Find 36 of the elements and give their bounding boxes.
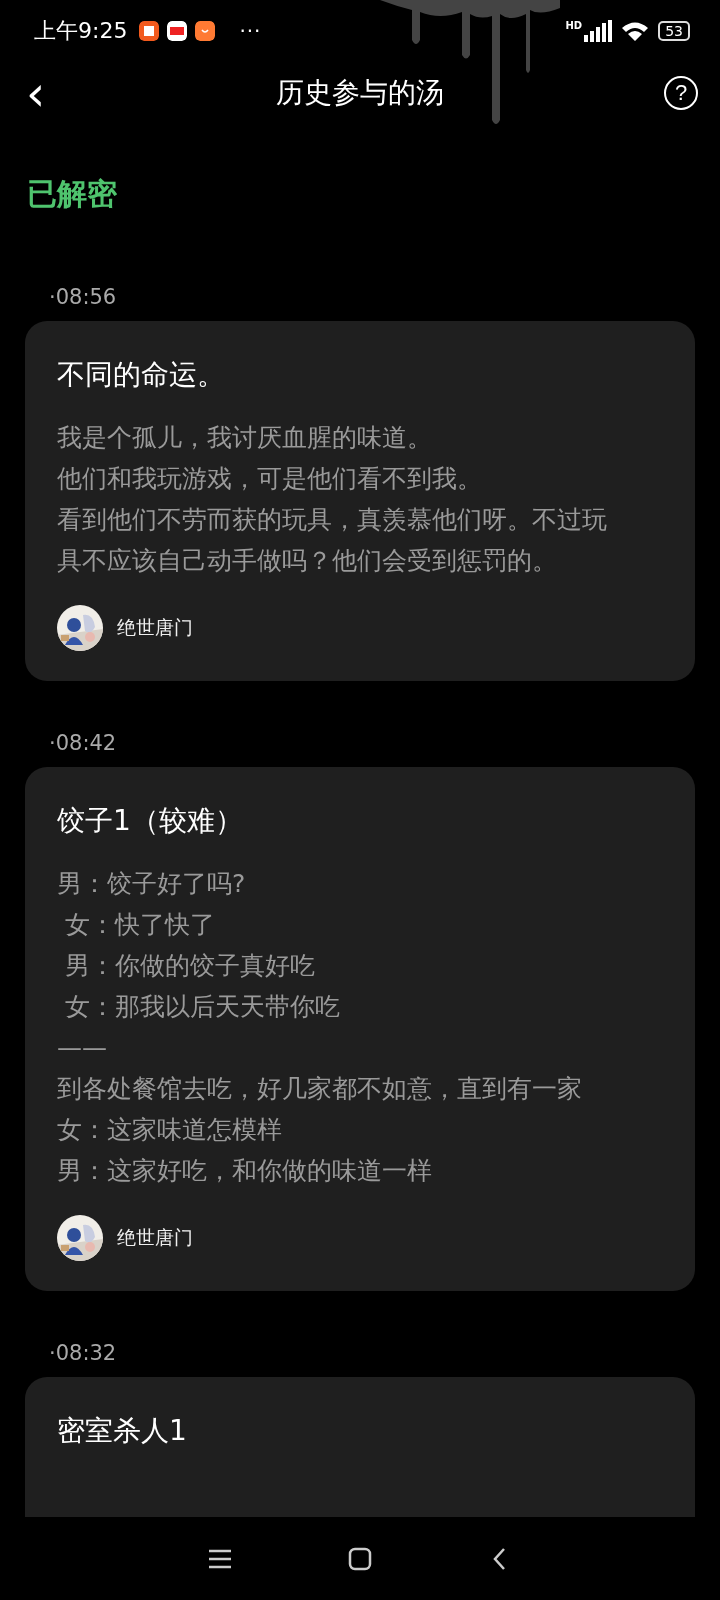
back-button[interactable]: ‹ xyxy=(20,68,52,118)
puzzle-text-line: 女：那我以后天天带你吃 xyxy=(63,991,341,1023)
puzzle-text-line: 我是个孤儿，我讨厌血腥的味道。 xyxy=(57,422,433,454)
app-notification-icon xyxy=(167,21,188,41)
puzzle-card[interactable]: 密室杀人1 xyxy=(25,1377,695,1517)
author-name: 绝世唐门 xyxy=(117,1225,193,1250)
puzzle-text-line: 男：你做的饺子真好吃 xyxy=(63,950,316,982)
puzzle-card[interactable]: 不同的命运。 我是个孤儿，我讨厌血腥的味道。 他们和我玩游戏，可是他们看不到我。 看到他们不劳而获的玩具，真羡慕他们呀。不过玩具不应该自己动手做吗？他们会受到惩罚的。 绝世唐门 xyxy=(25,321,695,681)
page-title: 历史参与的汤 xyxy=(276,76,444,109)
section-title: 已解密 xyxy=(27,175,117,213)
wifi-icon xyxy=(620,20,651,42)
app-notification-icon xyxy=(139,21,160,41)
puzzle-text-line: 女：这家味道怎模样 xyxy=(57,1114,283,1146)
status-time: 上午9:25 xyxy=(34,17,128,45)
help-button[interactable]: ? xyxy=(664,76,698,110)
puzzle-text-line: 女：快了快了 xyxy=(63,909,216,941)
puzzle-title: 密室杀人1 xyxy=(57,1413,188,1449)
puzzle-text-line: 他们和我玩游戏，可是他们看不到我。 xyxy=(57,463,483,495)
author-name: 绝世唐门 xyxy=(117,615,193,640)
entry-time: ·08:56 xyxy=(49,285,118,309)
puzzle-text-line: —— xyxy=(57,1032,108,1064)
battery-level: 53 xyxy=(658,21,690,41)
puzzle-text-line: 看到他们不劳而获的玩具，真羡慕他们呀。不过玩具不应该自己动手做吗？他们会受到惩罚的。 xyxy=(57,504,608,577)
puzzle-text-line: 男：这家好吃，和你做的味道一样 xyxy=(57,1155,433,1187)
entry-time: ·08:32 xyxy=(49,1341,118,1365)
signal-icon xyxy=(584,20,613,42)
puzzle-title: 饺子1（较难） xyxy=(57,803,244,839)
puzzle-text-line: 到各处餐馆去吃，好几家都不如意，直到有一家 xyxy=(57,1073,583,1105)
puzzle-title: 不同的命运。 xyxy=(57,357,226,393)
puzzle-card[interactable]: 饺子1（较难） 男：饺子好了吗? 女：快了快了 男：你做的饺子真好吃 女：那我以后天天带你吃 —— 到各处餐馆去吃，好几家都不如意，直到有一家 女：这家味道怎模样 男：这家好吃，和你做的味道一样 绝世唐门 xyxy=(25,767,695,1291)
home-icon[interactable] xyxy=(346,1545,374,1573)
entry-time: ·08:42 xyxy=(49,731,118,755)
shopping-bag-icon xyxy=(195,21,216,41)
network-label: HD xyxy=(565,20,583,31)
puzzle-text-line: 男：饺子好了吗? xyxy=(57,868,247,900)
more-notifications: ··· xyxy=(239,19,262,43)
